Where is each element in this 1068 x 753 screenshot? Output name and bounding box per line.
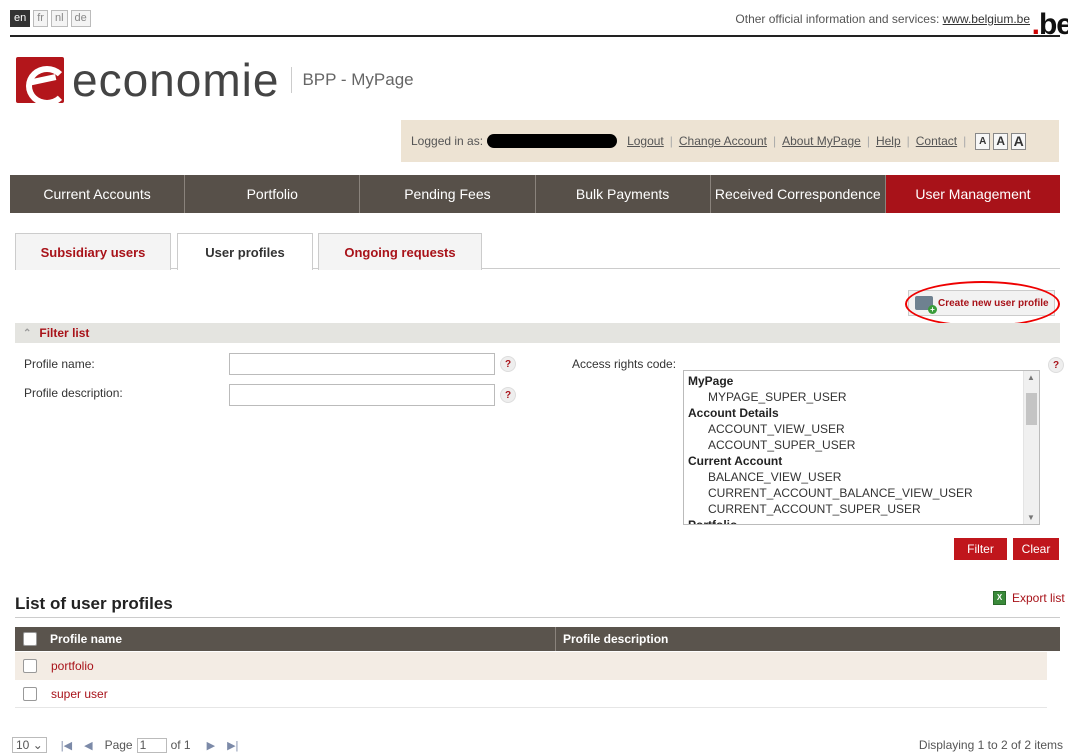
nav-pending-fees[interactable]: Pending Fees — [360, 175, 536, 213]
list-title: List of user profiles — [15, 594, 173, 613]
font-size-small-button[interactable]: A — [975, 132, 991, 150]
table-row[interactable]: portfolio — [15, 652, 1047, 680]
column-header-profile-description[interactable]: Profile description — [563, 632, 668, 646]
be-logo: .be — [1031, 8, 1068, 41]
nav-bulk-payments[interactable]: Bulk Payments — [536, 175, 711, 213]
lang-de[interactable]: de — [70, 10, 91, 27]
export-list-link[interactable]: X Export list — [993, 591, 1065, 605]
nav-portfolio[interactable]: Portfolio — [185, 175, 361, 213]
profile-description-input[interactable] — [229, 384, 495, 406]
excel-icon: X — [993, 591, 1006, 605]
access-rights-help-icon[interactable]: ? — [1048, 357, 1064, 373]
access-option[interactable]: MYPAGE_SUPER_USER — [688, 389, 1039, 405]
lang-nl[interactable]: nl — [50, 10, 68, 27]
next-page-icon[interactable]: ▶ — [207, 739, 215, 752]
highlight-circle — [905, 281, 1060, 327]
access-option[interactable]: CURRENT_ACCOUNT_BALANCE_VIEW_USER — [688, 485, 1039, 501]
logout-link[interactable]: Logout — [627, 134, 664, 148]
font-size-large-button[interactable]: A — [1011, 132, 1027, 150]
pagination: 10 ⌄ |◀ ◀ Page 1 of 1 ▶ ▶| — [12, 737, 250, 753]
change-account-link[interactable]: Change Account — [679, 134, 767, 148]
last-page-icon[interactable]: ▶| — [227, 739, 238, 752]
profile-name-help-icon[interactable]: ? — [500, 356, 516, 372]
access-option[interactable]: BALANCE_VIEW_USER — [688, 469, 1039, 485]
access-rights-listbox[interactable]: MyPage MYPAGE_SUPER_USER Account Details… — [683, 370, 1040, 525]
scrollbar-thumb[interactable] — [1026, 393, 1037, 425]
redacted-username — [487, 134, 618, 148]
language-switcher: en fr nl de — [10, 10, 94, 27]
economie-logo[interactable]: economie BPP - MyPage — [16, 55, 414, 105]
column-header-profile-name[interactable]: Profile name — [50, 632, 122, 646]
nav-user-management[interactable]: User Management — [885, 175, 1061, 213]
previous-page-icon[interactable]: ◀ — [84, 739, 92, 752]
tab-subsidiary-users[interactable]: Subsidiary users — [15, 233, 171, 270]
filter-button[interactable]: Filter — [954, 538, 1007, 560]
table-header: Profile name Profile description — [15, 627, 1060, 651]
access-option[interactable]: CURRENT_ACCOUNT_SUPER_USER — [688, 501, 1039, 517]
top-bar: en fr nl de Other official information and … — [10, 7, 1068, 40]
main-nav: Current Accounts Portfolio Pending Fees … — [10, 175, 1061, 213]
chevron-up-icon: ⌃ — [23, 327, 32, 339]
login-bar: Logged in as: Logout | Change Account | … — [401, 120, 1059, 162]
nav-current-accounts[interactable]: Current Accounts — [10, 175, 186, 213]
page-label: Page — [104, 738, 133, 752]
contact-link[interactable]: Contact — [916, 134, 957, 148]
list-divider — [15, 617, 1060, 618]
logged-in-label: Logged in as: — [411, 134, 484, 148]
page-size-select[interactable]: 10 ⌄ — [12, 737, 47, 753]
access-group: Account Details — [688, 406, 779, 420]
tab-ongoing-requests[interactable]: Ongoing requests — [318, 233, 482, 270]
about-mypage-link[interactable]: About MyPage — [782, 134, 861, 148]
profile-link[interactable]: super user — [51, 687, 108, 701]
tab-user-profiles[interactable]: User profiles — [177, 233, 313, 270]
page-number-input[interactable]: 1 — [136, 737, 167, 753]
profile-description-help-icon[interactable]: ? — [500, 387, 516, 403]
first-page-icon[interactable]: |◀ — [61, 739, 72, 752]
help-link[interactable]: Help — [876, 134, 901, 148]
access-group: Current Account — [688, 454, 783, 468]
export-list-label: Export list — [1012, 591, 1065, 605]
filter-list-title: Filter list — [39, 326, 90, 340]
font-size-medium-button[interactable]: A — [993, 132, 1009, 150]
profile-description-label: Profile description: — [24, 386, 123, 400]
profile-link[interactable]: portfolio — [51, 659, 94, 673]
app-subtitle: BPP - MyPage — [291, 67, 414, 93]
row-checkbox[interactable] — [23, 659, 37, 673]
lang-en[interactable]: en — [10, 10, 31, 27]
filter-list-header[interactable]: ⌃ Filter list — [15, 323, 1060, 343]
access-group: MyPage — [688, 374, 734, 388]
access-listbox-scrollbar[interactable]: ▲ ▼ — [1023, 371, 1039, 524]
scroll-up-icon[interactable]: ▲ — [1027, 373, 1035, 382]
access-rights-label: Access rights code: — [572, 357, 677, 371]
access-option[interactable]: ACCOUNT_SUPER_USER — [688, 437, 1039, 453]
table-row[interactable]: super user — [15, 680, 1047, 708]
select-all-checkbox[interactable] — [23, 632, 37, 646]
logo-word: economie — [72, 54, 280, 106]
belgium-link[interactable]: www.belgium.be — [943, 12, 1030, 26]
access-group: Portfolio — [688, 518, 738, 525]
page-size-value: 10 — [16, 738, 30, 752]
economie-logo-mark-icon — [16, 57, 64, 103]
official-text: Other official information and services: — [735, 12, 940, 26]
access-option[interactable]: ACCOUNT_VIEW_USER — [688, 421, 1039, 437]
profile-name-label: Profile name: — [24, 357, 95, 371]
displaying-count: Displaying 1 to 2 of 2 items — [918, 738, 1063, 752]
official-info: Other official information and services:… — [735, 12, 1030, 26]
scroll-down-icon[interactable]: ▼ — [1027, 513, 1035, 522]
lang-fr[interactable]: fr — [33, 10, 48, 27]
row-checkbox[interactable] — [23, 686, 37, 701]
page-of-label: of 1 — [170, 738, 191, 752]
profile-name-input[interactable] — [229, 353, 495, 375]
tab-bar: Subsidiary users User profiles Ongoing r… — [15, 233, 1060, 270]
nav-received-correspondence[interactable]: Received Correspondence — [711, 175, 886, 213]
clear-button[interactable]: Clear — [1013, 538, 1059, 560]
chevron-down-icon: ⌄ — [32, 738, 43, 752]
